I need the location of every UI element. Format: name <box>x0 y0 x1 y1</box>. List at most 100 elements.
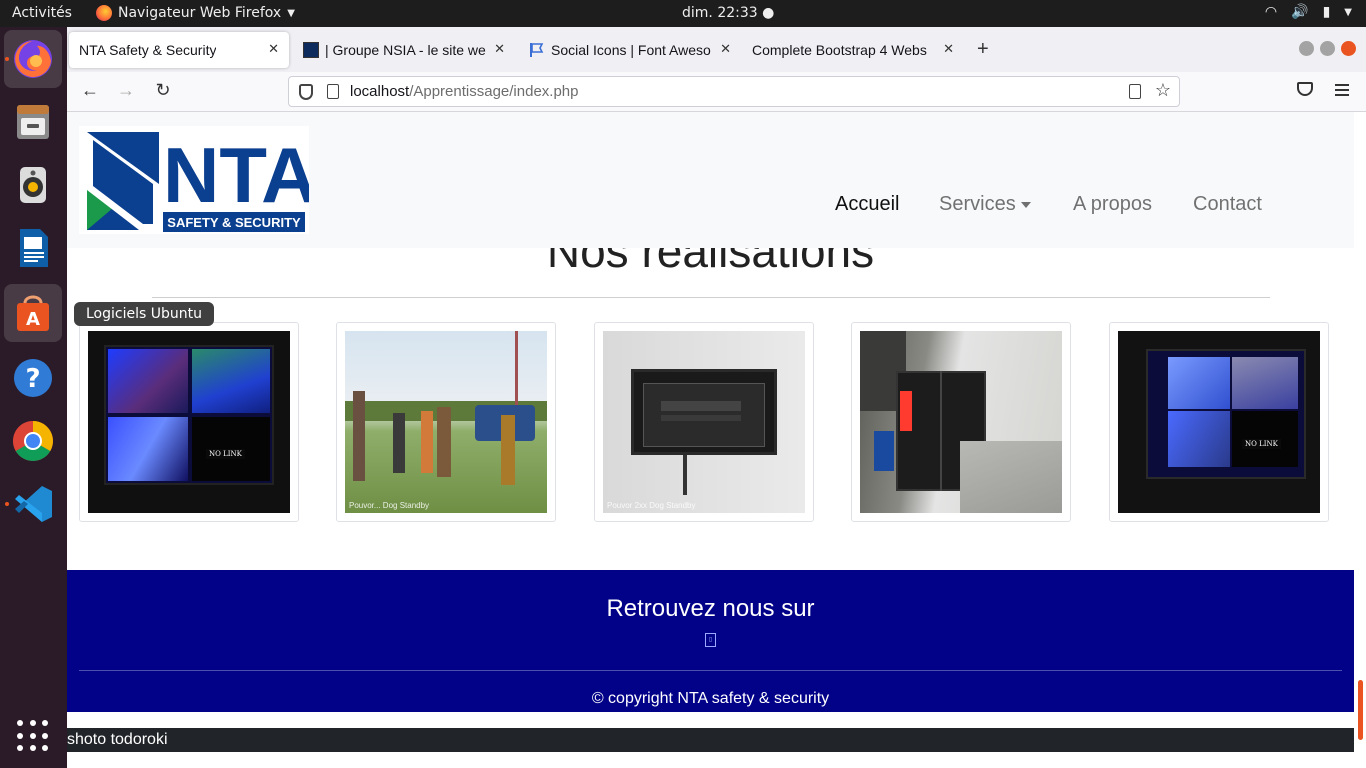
back-button[interactable]: ← <box>78 80 102 101</box>
system-tray[interactable]: ◠ 🔊 ▮ ▼ <box>1265 4 1352 20</box>
tab-title: Social Icons | Font Aweso <box>551 42 711 58</box>
nav-services[interactable]: Services <box>939 193 1031 216</box>
overlay-text: NO LINK <box>1242 439 1281 449</box>
running-indicator <box>5 57 9 61</box>
divider <box>152 297 1270 298</box>
help-icon: ? <box>14 359 52 397</box>
clock[interactable]: dim. 22:33 ● <box>682 5 774 21</box>
wifi-icon: ◠ <box>1264 4 1278 20</box>
dock-firefox[interactable] <box>4 30 62 88</box>
svg-text:A: A <box>26 309 40 330</box>
chevron-down-icon <box>1020 201 1031 208</box>
browser-tab[interactable]: Social Icons | Font Aweso ✕ <box>519 32 741 68</box>
chevron-down-icon: ▼ <box>1344 7 1352 18</box>
ubuntu-dock: A ? <box>0 27 67 768</box>
browser-tab[interactable]: | Groupe NSIA - le site we ✕ <box>293 32 515 68</box>
reload-button[interactable]: ↻ <box>151 80 175 101</box>
new-tab-button[interactable]: + <box>977 38 989 61</box>
gallery-item[interactable]: NO LINK <box>1109 322 1329 522</box>
gallery-photo-cctv-monitor-2: NO LINK <box>1118 331 1320 513</box>
bookmark-star-icon[interactable]: ☆ <box>1155 80 1171 101</box>
window-controls <box>1299 41 1356 56</box>
pocket-icon[interactable] <box>1297 82 1313 96</box>
dock-chrome[interactable] <box>4 412 62 470</box>
site-footer: Retrouvez nous sur ▯ © copyright NTA saf… <box>67 570 1354 712</box>
close-window-button[interactable] <box>1341 41 1356 56</box>
page-scrollbar[interactable] <box>1358 680 1363 740</box>
gnome-top-bar: Activités Navigateur Web Firefox ▼ dim. … <box>0 0 1366 27</box>
dock-tooltip: Logiciels Ubuntu <box>74 302 214 326</box>
nav-services-label: Services <box>939 193 1016 215</box>
dock-help[interactable]: ? <box>4 349 62 407</box>
footer-title: Retrouvez nous sur <box>606 595 815 622</box>
gallery-item[interactable]: Pouvor... Dog Standby <box>336 322 556 522</box>
reader-view-icon[interactable] <box>1129 84 1141 99</box>
clock-label: dim. 22:33 <box>682 5 758 21</box>
browser-nav-bar: ← → ↻ localhost/Apprentissage/index.php … <box>67 72 1366 112</box>
close-icon[interactable]: ✕ <box>720 41 731 57</box>
nsia-favicon-icon <box>303 42 319 58</box>
browser-tab[interactable]: NTA Safety & Security ✕ <box>69 32 289 68</box>
maximize-button[interactable] <box>1320 41 1335 56</box>
shopping-bag-icon: A <box>17 295 49 331</box>
gallery-photo-network-cabinet: Pouvor 2xx Dog Standby <box>603 331 805 513</box>
nav-contact[interactable]: Contact <box>1193 193 1262 216</box>
gallery-item[interactable] <box>851 322 1071 522</box>
site-header: NTA SAFETY & SECURITY Accueil Services A… <box>67 112 1354 248</box>
url-text: localhost/Apprentissage/index.php <box>350 83 579 100</box>
dock-vscode[interactable] <box>4 475 62 533</box>
running-indicator <box>5 502 9 506</box>
menu-icon[interactable] <box>1335 84 1349 96</box>
browser-tab[interactable]: Complete Bootstrap 4 Webs ✕ <box>742 32 964 68</box>
url-path: /Apprentissage/index.php <box>409 83 579 100</box>
chrome-icon <box>13 421 53 461</box>
site-logo[interactable]: NTA SAFETY & SECURITY <box>79 126 318 234</box>
firefox-icon <box>96 5 112 21</box>
document-icon <box>20 229 48 267</box>
dock-files[interactable] <box>4 93 62 151</box>
minimize-button[interactable] <box>1299 41 1314 56</box>
logo-text: NTA <box>163 131 309 219</box>
bottom-strip: shoto todoroki <box>67 728 1354 752</box>
battery-icon: ▮ <box>1322 4 1331 20</box>
close-icon[interactable]: ✕ <box>943 41 954 57</box>
app-menu[interactable]: Navigateur Web Firefox ▼ <box>96 5 295 21</box>
copyright-text: © copyright NTA safety & security <box>591 690 830 707</box>
gallery-photo-cctv-monitor: NO LINK <box>88 331 290 513</box>
gallery-item[interactable]: Pouvor 2xx Dog Standby <box>594 322 814 522</box>
page-viewport: Nos réalisations NO LINK Pouvor... Dog S… <box>67 112 1366 768</box>
file-cabinet-icon <box>17 105 49 139</box>
nav-accueil[interactable]: Accueil <box>835 193 899 216</box>
dock-ubuntu-software[interactable]: A <box>4 284 62 342</box>
tab-title: NTA Safety & Security <box>79 42 217 58</box>
overlay-text: NO LINK <box>206 449 245 459</box>
close-icon[interactable]: ✕ <box>268 41 279 57</box>
activities-button[interactable]: Activités <box>12 5 72 21</box>
forward-button[interactable]: → <box>114 80 138 101</box>
nav-apropos[interactable]: A propos <box>1073 193 1152 216</box>
url-host: localhost <box>350 83 410 100</box>
gallery-item[interactable]: NO LINK <box>79 322 299 522</box>
shield-icon <box>299 84 313 100</box>
tab-title: Complete Bootstrap 4 Webs <box>752 42 927 58</box>
firefox-icon <box>14 40 52 78</box>
show-applications-button[interactable] <box>17 720 49 752</box>
missing-glyph-icon[interactable]: ▯ <box>705 633 716 647</box>
flag-icon <box>530 43 544 57</box>
photo-watermark: Pouvor 2xx Dog Standby <box>607 501 696 510</box>
speaker-icon <box>20 167 46 203</box>
chevron-down-icon: ▼ <box>287 7 295 19</box>
svg-text:?: ? <box>25 364 40 394</box>
gallery-photo-wall-cabinet <box>860 331 1062 513</box>
dock-writer[interactable] <box>4 219 62 277</box>
gallery-photo-site-visit: Pouvor... Dog Standby <box>345 331 547 513</box>
app-menu-label: Navigateur Web Firefox <box>118 5 282 21</box>
vscode-icon <box>15 486 52 522</box>
url-bar[interactable]: localhost/Apprentissage/index.php ☆ <box>288 76 1180 107</box>
dock-rhythmbox[interactable] <box>4 156 62 214</box>
divider <box>79 670 1342 671</box>
nta-logo-icon: NTA SAFETY & SECURITY <box>87 131 318 232</box>
close-icon[interactable]: ✕ <box>494 41 505 57</box>
page-info-icon[interactable] <box>327 84 339 99</box>
photo-watermark: Pouvor... Dog Standby <box>349 501 430 510</box>
